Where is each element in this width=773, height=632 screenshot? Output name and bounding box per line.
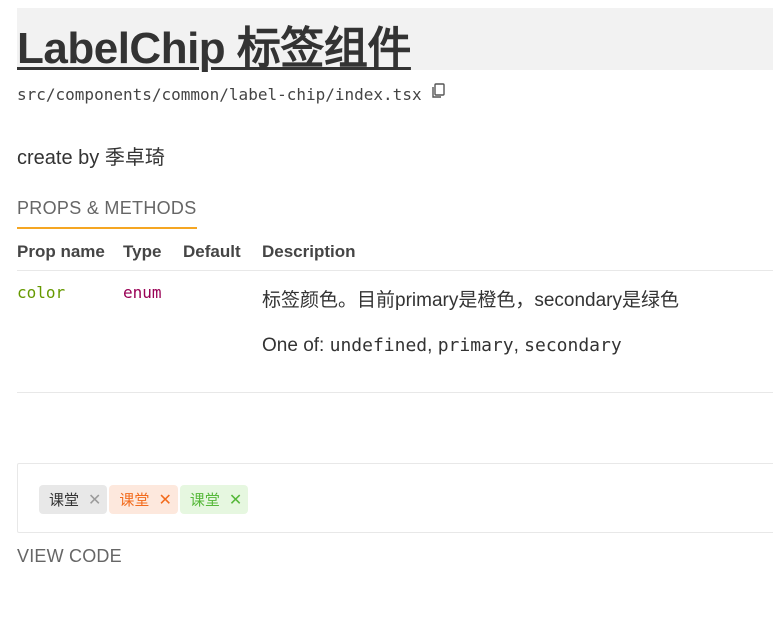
demo-preview: 课堂 ✕ 课堂 ✕ 课堂 ✕ [17,463,773,533]
option-value: undefined [329,335,428,356]
close-icon[interactable]: ✕ [88,490,101,510]
chip-label: 课堂 [119,492,150,509]
close-icon[interactable]: ✕ [158,490,171,510]
prop-type: enum [123,283,162,302]
component-description: create by 季卓琦 [17,147,165,169]
label-chip-default[interactable]: 课堂 ✕ [39,485,108,514]
label-chip-primary[interactable]: 课堂 ✕ [109,485,178,514]
view-code-button[interactable]: VIEW CODE [17,546,122,567]
file-path: src/components/common/label-chip/index.t… [17,85,422,104]
column-header-description: Description [262,242,356,261]
one-of-label: One of: [262,335,325,356]
page-title[interactable]: LabelChip 标签组件 [17,12,411,76]
column-header-type: Type [123,242,162,261]
label-chip-secondary[interactable]: 课堂 ✕ [179,485,249,514]
tab-props-methods[interactable]: PROPS & METHODS [17,198,197,229]
option-value: primary [437,335,514,356]
prop-description: 标签颜色。目前primary是橙色，secondary是绿色 [262,290,679,311]
column-header-default: Default [183,242,241,261]
table-header-divider [17,270,773,271]
copy-icon[interactable] [431,82,445,99]
file-path-row: src/components/common/label-chip/index.t… [17,82,445,104]
prop-name: color [17,283,66,302]
prop-options: One of: undefined, primary, secondary [262,335,622,356]
table-bottom-divider [17,392,773,393]
column-header-prop-name: Prop name [17,242,105,261]
option-value: secondary [524,335,622,356]
close-icon[interactable]: ✕ [229,490,242,510]
chip-label: 课堂 [49,492,80,509]
chip-label: 课堂 [189,492,220,509]
chip-list: 课堂 ✕ 课堂 ✕ 课堂 ✕ [39,485,250,514]
